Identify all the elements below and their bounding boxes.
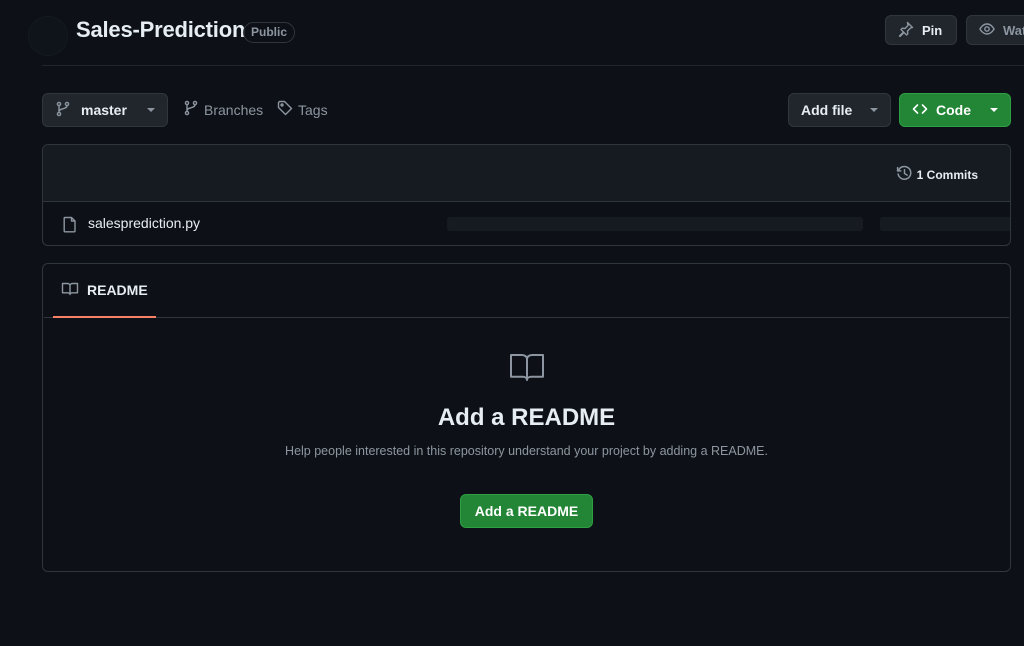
tag-icon	[277, 100, 293, 119]
branch-selector[interactable]: master	[42, 93, 168, 127]
file-name-link[interactable]: salesprediction.py	[88, 215, 200, 231]
readme-panel: README Add a README Help people interest…	[42, 263, 1011, 572]
history-icon	[896, 165, 913, 185]
pin-button[interactable]: Pin	[885, 15, 957, 45]
repo-page: Sales-Prediction Public Pin Watch master	[0, 0, 1024, 646]
chevron-down-icon	[870, 108, 878, 112]
branches-link[interactable]: Branches	[183, 100, 263, 119]
pin-label: Pin	[922, 22, 943, 38]
repo-title[interactable]: Sales-Prediction	[76, 17, 245, 43]
pin-icon	[898, 21, 914, 40]
empty-state-description: Help people interested in this repositor…	[285, 444, 768, 458]
watch-label: Watch	[1003, 22, 1024, 38]
branch-name: master	[81, 102, 127, 118]
watch-button[interactable]: Watch	[966, 15, 1024, 45]
commits-link[interactable]: 1 Commits	[896, 165, 978, 185]
commits-count: 1 Commits	[916, 168, 978, 182]
commit-message-placeholder	[447, 217, 863, 231]
code-icon	[912, 101, 928, 120]
branch-icon	[55, 101, 71, 120]
empty-state-title: Add a README	[437, 404, 616, 431]
header-divider	[42, 65, 1024, 66]
code-label: Code	[936, 102, 971, 118]
add-readme-button[interactable]: Add a README	[459, 494, 594, 528]
readme-tabbar: README	[44, 264, 1009, 318]
readme-tab-label: README	[87, 282, 148, 298]
tags-label: Tags	[298, 101, 328, 118]
branch-icon	[183, 100, 199, 119]
tags-link[interactable]: Tags	[277, 100, 328, 119]
tab-readme[interactable]: README	[53, 264, 156, 318]
commit-date-placeholder	[880, 217, 1010, 231]
readme-empty-state: Add a README Help people interested in t…	[43, 352, 1010, 528]
branches-label: Branches	[204, 101, 264, 118]
file-listing: 1 Commits salesprediction.py	[42, 144, 1011, 246]
visibility-badge: Public	[243, 22, 296, 43]
add-file-label: Add file	[801, 102, 853, 118]
owner-avatar[interactable]	[28, 16, 68, 56]
add-file-button[interactable]: Add file	[788, 93, 891, 127]
file-listing-header: 1 Commits	[43, 145, 1010, 202]
file-row[interactable]: salesprediction.py	[43, 202, 1010, 245]
code-button[interactable]: Code	[899, 93, 1011, 127]
eye-icon	[979, 21, 995, 40]
file-icon	[62, 216, 78, 238]
book-icon	[43, 352, 1010, 382]
chevron-down-icon	[147, 108, 155, 112]
chevron-down-icon	[990, 108, 998, 112]
book-icon	[61, 281, 79, 300]
